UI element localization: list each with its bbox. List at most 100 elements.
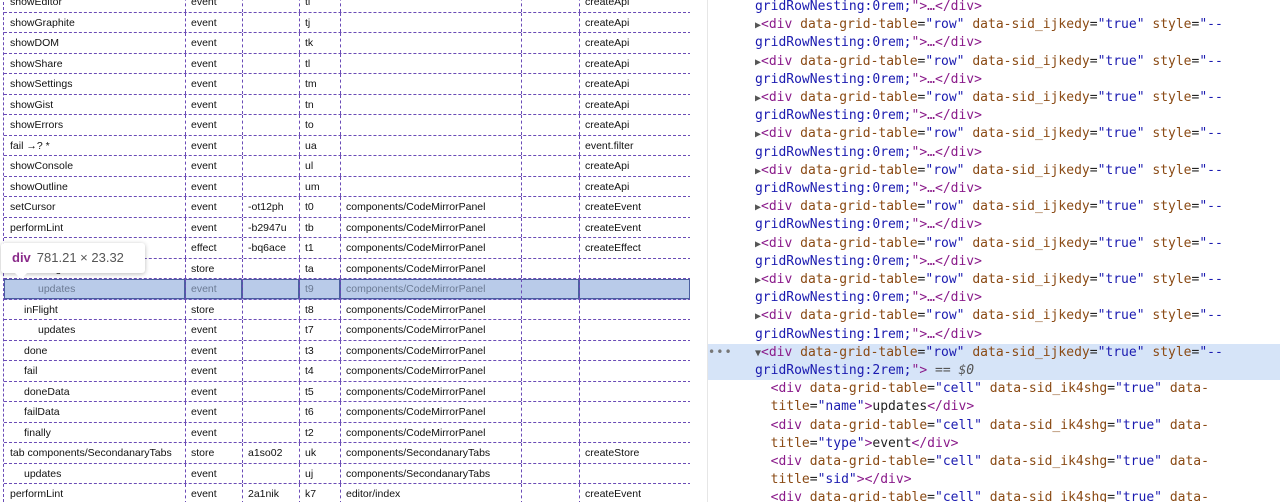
- table-row[interactable]: showEditor event tl createApi: [4, 0, 691, 13]
- table-row[interactable]: showShare event tl createApi: [4, 53, 691, 74]
- panel-divider[interactable]: [690, 0, 708, 502]
- table-row[interactable]: updates event t7 components/CodeMirrorPanel: [4, 320, 691, 341]
- table-cell-name: done: [24, 344, 48, 357]
- table-cell-type: event: [191, 0, 217, 8]
- dom-token: >: [856, 472, 865, 488]
- dom-line[interactable]: <div data-grid-table="cell" data-sid_ik4…: [708, 380, 1280, 398]
- column-divider: [185, 115, 186, 135]
- dom-token: "row": [925, 90, 965, 105]
- dom-line-selected[interactable]: gridRowNesting:2rem;"> == $0: [708, 362, 1280, 380]
- table-cell-file: [340, 136, 579, 156]
- table-row[interactable]: showGist event tn createApi: [4, 94, 691, 115]
- dom-line-selected[interactable]: ▼<div data-grid-table="row" data-sid_ijk…: [708, 344, 1280, 362]
- table-cell-method: createEvent: [585, 221, 642, 234]
- table-row[interactable]: inFlight store t8 components/CodeMirrorPane…: [4, 299, 691, 320]
- table-cell-key: tl: [305, 0, 311, 8]
- dom-line[interactable]: gridRowNesting:0rem;">…</div>: [708, 71, 1280, 89]
- column-divider: [579, 53, 580, 73]
- table-row[interactable]: showDOM event tk createApi: [4, 33, 691, 54]
- dom-line[interactable]: title="name">updates</div>: [708, 398, 1280, 416]
- dom-line[interactable]: <div data-grid-table="cell" data-sid_ik4…: [708, 489, 1280, 502]
- column-divider: [242, 361, 243, 381]
- table-cell-type: event: [191, 467, 217, 480]
- dom-line[interactable]: title="sid"></div>: [708, 471, 1280, 489]
- table-cell-type: event: [191, 180, 217, 193]
- dom-line[interactable]: <div data-grid-table="cell" data-sid_ik4…: [708, 417, 1280, 435]
- table-cell-sid: [242, 464, 299, 484]
- table-cell-method: createApi: [585, 160, 630, 172]
- dom-token: gridRowNesting:0rem;: [754, 290, 912, 306]
- table-cell-key: tm: [305, 78, 317, 90]
- table-cell-method: createEvent: [585, 488, 642, 500]
- dom-line[interactable]: ▶<div data-grid-table="row" data-sid_ijk…: [708, 162, 1280, 180]
- dom-line[interactable]: ▶<div data-grid-table="row" data-sid_ijk…: [708, 89, 1280, 107]
- table-cell-name: performLint: [10, 221, 64, 234]
- table-cell-file: components/CodeMirrorPanel: [346, 303, 486, 316]
- dom-line[interactable]: gridRowNesting:0rem;">…</div>: [708, 107, 1280, 125]
- table-cell-file: components/CodeMirrorPanel: [346, 344, 486, 357]
- table-cell-method: createApi: [585, 119, 630, 131]
- dom-line[interactable]: gridRowNesting:0rem;">…</div>: [708, 289, 1280, 307]
- table-row[interactable]: showGraphite event tj createApi: [4, 12, 691, 33]
- table-cell-type: store: [191, 303, 215, 316]
- table-cell-method: createEffect: [585, 242, 641, 254]
- table-row[interactable]: failData event t6 components/CodeMirrorPane…: [4, 402, 691, 423]
- column-divider: [185, 217, 186, 237]
- dom-line[interactable]: gridRowNesting:0rem;">…</div>: [708, 0, 1280, 16]
- dom-line[interactable]: ▶<div data-grid-table="row" data-sid_ijk…: [708, 16, 1280, 34]
- dom-line[interactable]: title="type">event</div>: [708, 435, 1280, 453]
- dom-token: "--: [1199, 344, 1223, 360]
- table-cell-name: updates: [24, 467, 62, 480]
- table-cell-key: k7: [305, 488, 317, 500]
- column-divider: [521, 156, 522, 176]
- dom-token: ">…</div>: [911, 144, 982, 160]
- dom-line[interactable]: ▶<div data-grid-table="row" data-sid_ijk…: [708, 307, 1280, 325]
- table-cell-file: components/CodeMirrorPanel: [340, 279, 579, 299]
- table-row[interactable]: tab components/SecondanaryTabs store a1so0…: [4, 443, 691, 464]
- table-cell-file: [340, 54, 579, 74]
- table-cell-name: showDOM: [10, 37, 60, 49]
- dom-line[interactable]: gridRowNesting:0rem;">…</div>: [708, 253, 1280, 271]
- table-cell-method: [579, 259, 690, 279]
- table-row[interactable]: showErrors event to createApi: [4, 115, 691, 136]
- table-row[interactable]: finally event t2 components/CodeMirrorPanel: [4, 422, 691, 443]
- column-divider: [340, 238, 341, 258]
- table-cell-name: tab components/SecondanaryTabs: [10, 447, 172, 459]
- table-row[interactable]: setCursor event -ot12ph t0 components/CodeMi…: [4, 197, 691, 218]
- dom-token: "true": [1115, 381, 1162, 397]
- table-row[interactable]: doneData event t5 components/CodeMirrorPane…: [4, 381, 691, 402]
- table-row[interactable]: updates event t9 components/CodeMirrorPanel: [4, 279, 691, 300]
- column-divider: [299, 0, 300, 12]
- table-row[interactable]: showSettings event tm createApi: [4, 74, 691, 95]
- dom-token: "true": [1115, 417, 1162, 433]
- column-divider: [299, 94, 300, 114]
- dom-line[interactable]: gridRowNesting:1rem;">…</div>: [708, 326, 1280, 344]
- column-divider: [185, 53, 186, 73]
- dom-line[interactable]: ▶<div data-grid-table="row" data-sid_ijk…: [708, 198, 1280, 216]
- table-row[interactable]: performLint event 2a1nik k7 editor/index crea…: [4, 484, 691, 502]
- dom-line[interactable]: gridRowNesting:0rem;">…</div>: [708, 216, 1280, 234]
- dom-line[interactable]: ▶<div data-grid-table="row" data-sid_ijk…: [708, 53, 1280, 71]
- dom-line[interactable]: ▶<div data-grid-table="row" data-sid_ijk…: [708, 125, 1280, 143]
- table-row[interactable]: updates event uj components/SecondanaryTabs: [4, 463, 691, 484]
- table-row[interactable]: done event t3 components/CodeMirrorPanel: [4, 340, 691, 361]
- table-cell-type: event: [191, 406, 217, 418]
- dom-line[interactable]: gridRowNesting:0rem;">…</div>: [708, 34, 1280, 52]
- table-row[interactable]: fail →? * event ua event.filter: [4, 135, 691, 156]
- dom-line[interactable]: <div data-grid-table="cell" data-sid_ik4…: [708, 453, 1280, 471]
- table-row[interactable]: fail event t4 components/CodeMirrorPanel: [4, 361, 691, 382]
- dom-token: style: [1152, 126, 1192, 142]
- table-row[interactable]: performLint event -b2947u tb components/Code…: [4, 217, 691, 238]
- column-divider: [299, 443, 300, 463]
- table-cell-key: t6: [305, 406, 314, 418]
- table-cell-method: [579, 423, 690, 443]
- dom-line[interactable]: ▶<div data-grid-table="row" data-sid_ijk…: [708, 235, 1280, 253]
- dom-line[interactable]: gridRowNesting:0rem;">…</div>: [708, 180, 1280, 198]
- dom-line[interactable]: ▶<div data-grid-table="row" data-sid_ijk…: [708, 271, 1280, 289]
- table-row[interactable]: showOutline event um createApi: [4, 176, 691, 197]
- table-cell-name: failData: [24, 406, 60, 418]
- table-cell-key: to: [305, 119, 314, 131]
- table-row[interactable]: showConsole event ul createApi: [4, 156, 691, 177]
- table-cell-sid: [242, 177, 299, 197]
- dom-line[interactable]: gridRowNesting:0rem;">…</div>: [708, 144, 1280, 162]
